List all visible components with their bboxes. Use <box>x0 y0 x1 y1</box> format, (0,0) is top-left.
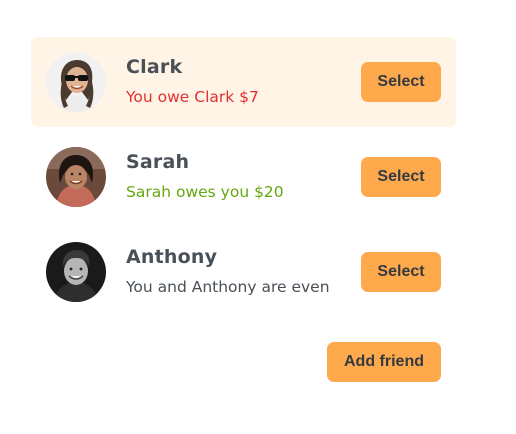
add-friend-button[interactable]: Add friend <box>327 342 441 382</box>
anthony-avatar-image <box>46 242 106 302</box>
friend-balance: Sarah owes you $20 <box>126 183 284 201</box>
sarah-avatar-image <box>46 147 106 207</box>
friend-name: Anthony <box>126 246 218 268</box>
select-button-anthony[interactable]: Select <box>361 252 441 292</box>
clark-avatar-image <box>46 52 106 112</box>
avatar <box>46 52 106 112</box>
friend-balance: You and Anthony are even <box>126 278 330 296</box>
avatar <box>46 242 106 302</box>
friend-item-sarah: Sarah Sarah owes you $20 Select <box>31 132 456 222</box>
friend-balance: You owe Clark $7 <box>126 88 259 106</box>
friends-sidebar: Clark You owe Clark $7 Select Sarah Sara… <box>31 37 456 382</box>
select-button-clark[interactable]: Select <box>361 62 441 102</box>
friend-item-anthony: Anthony You and Anthony are even Select <box>31 227 456 317</box>
avatar <box>46 147 106 207</box>
friends-list: Clark You owe Clark $7 Select Sarah Sara… <box>31 37 456 317</box>
friend-name: Sarah <box>126 151 190 173</box>
friend-name: Clark <box>126 56 183 78</box>
friend-item-clark: Clark You owe Clark $7 Select <box>31 37 456 127</box>
select-button-sarah[interactable]: Select <box>361 157 441 197</box>
